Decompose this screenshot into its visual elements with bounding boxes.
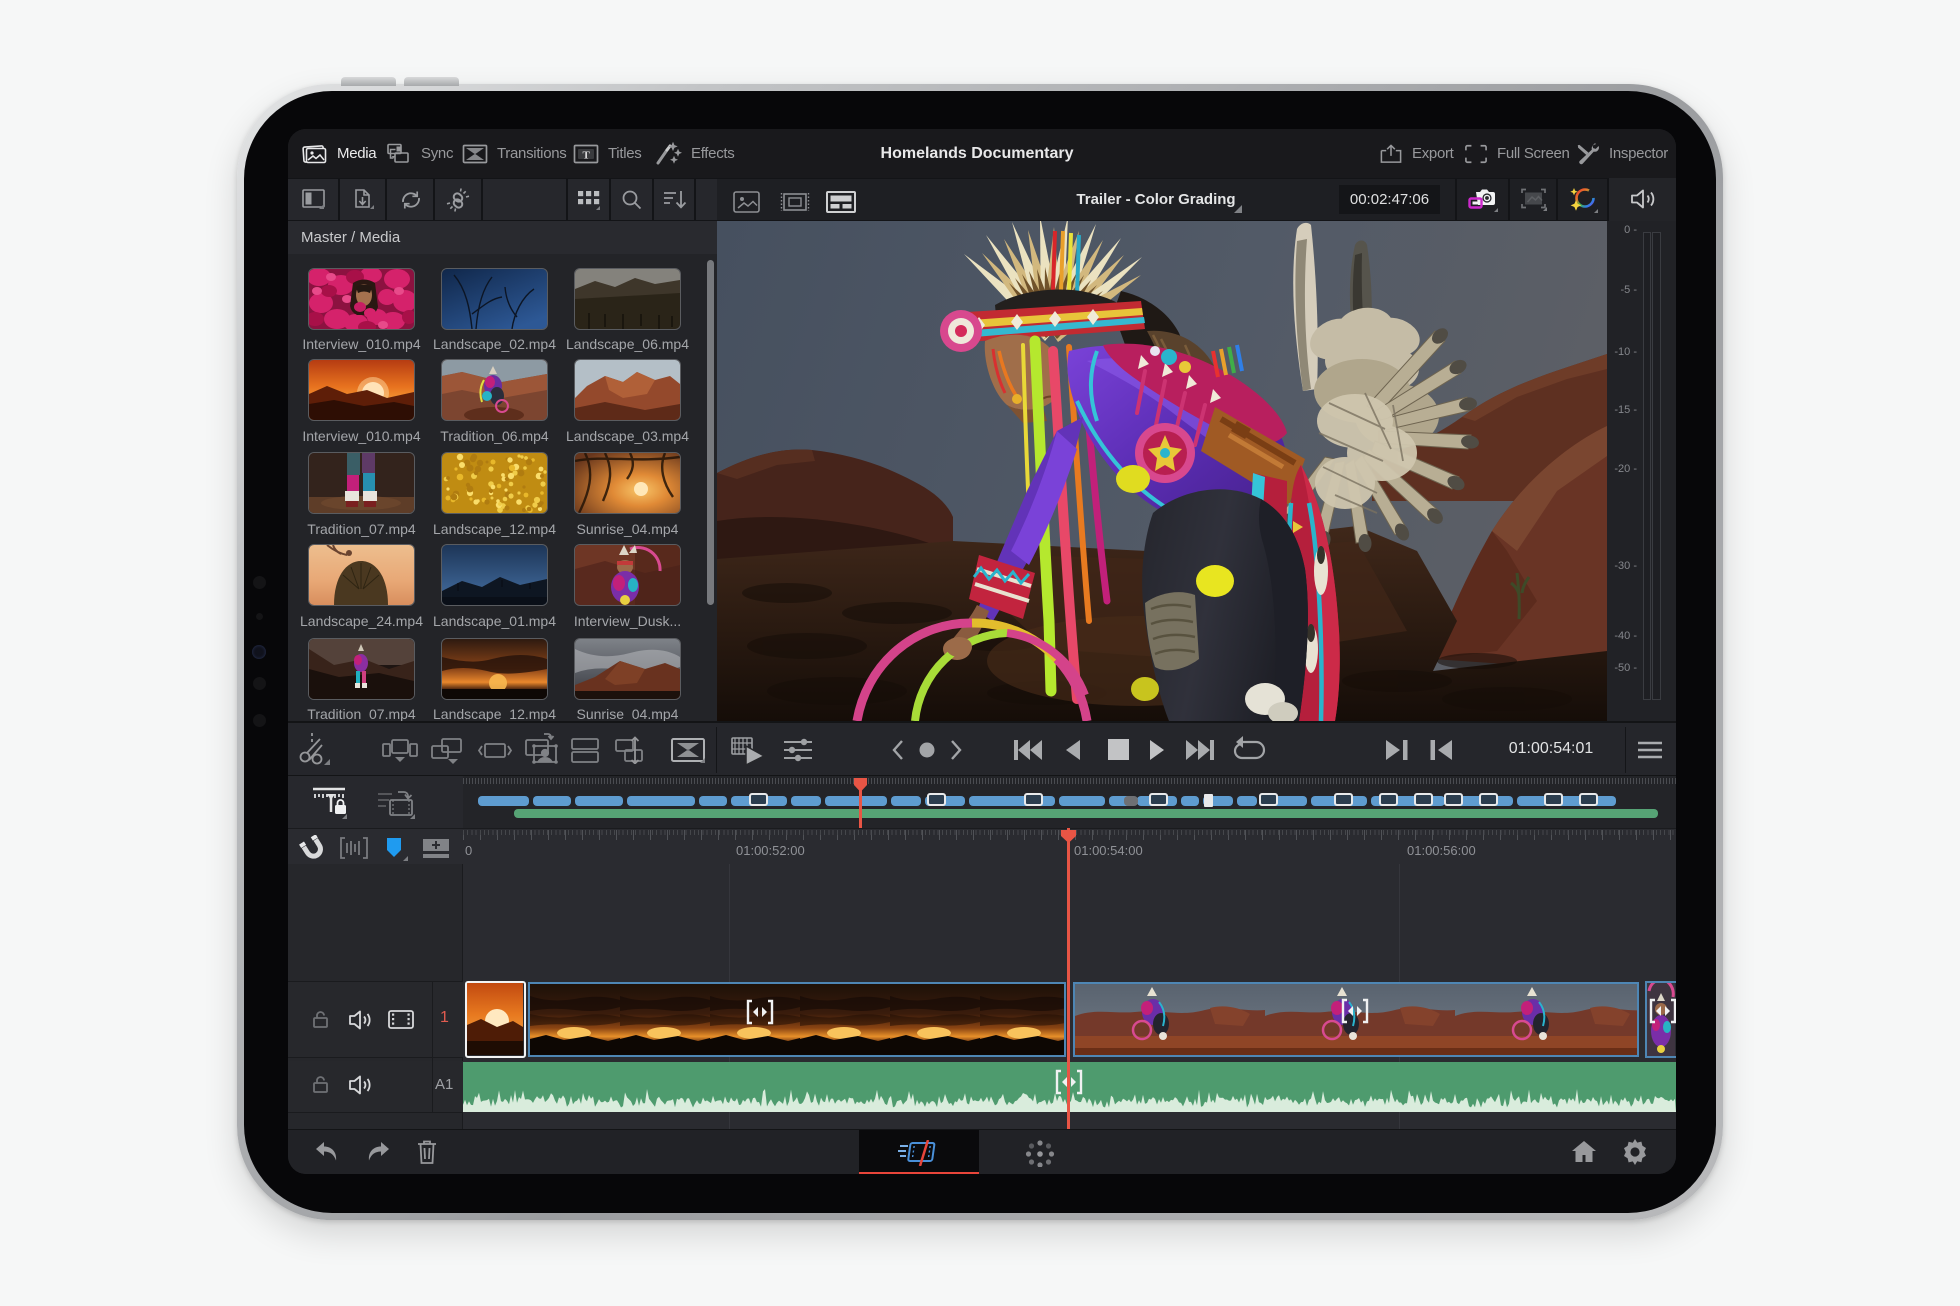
svg-text:T: T	[582, 149, 590, 161]
